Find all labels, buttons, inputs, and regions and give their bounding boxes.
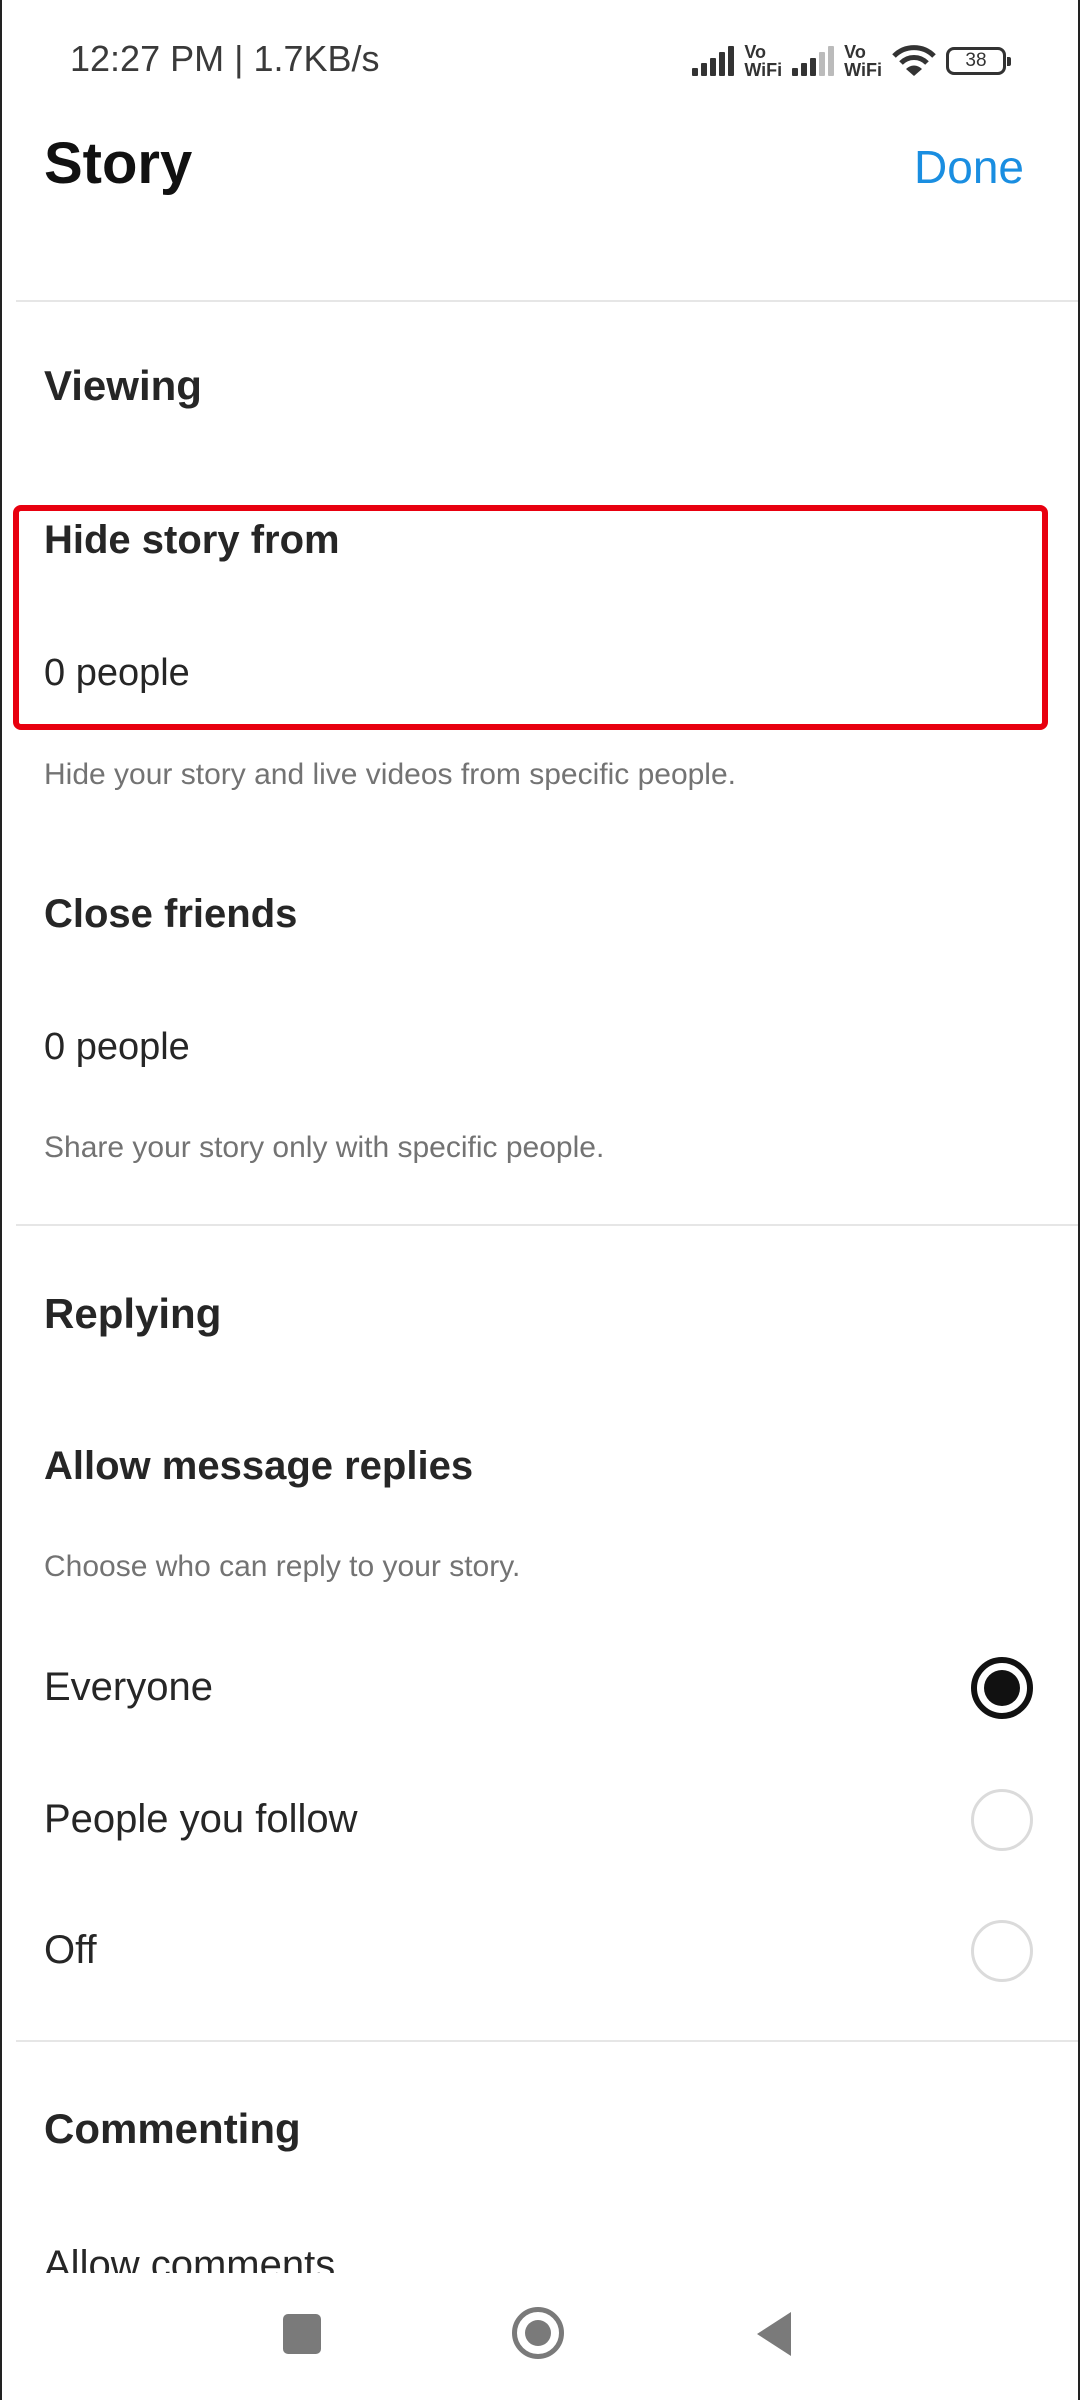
recents-icon[interactable] — [283, 2314, 321, 2354]
vowifi-top: Vo — [844, 42, 866, 62]
section-title-commenting: Commenting — [44, 2105, 301, 2152]
close-friends-label: Close friends — [44, 892, 298, 936]
vowifi-top: Vo — [744, 42, 767, 62]
reply-option-label: Everyone — [44, 1665, 213, 1709]
allow-comments-row[interactable]: Allow comments — [0, 2160, 1080, 2273]
radio-everyone-selected[interactable] — [971, 1657, 1033, 1719]
radio-people-you-follow[interactable] — [971, 1789, 1033, 1851]
divider — [16, 300, 1080, 302]
done-button[interactable]: Done — [914, 140, 1024, 194]
vowifi-bottom: WiFi — [844, 60, 882, 80]
status-icons: Vo WiFi Vo WiFi 38 — [692, 36, 1011, 86]
reply-option-off[interactable] — [0, 1891, 1080, 2011]
divider — [16, 2040, 1080, 2042]
hide-story-description: Hide your story and live videos from spe… — [44, 758, 736, 791]
wifi-icon — [892, 45, 936, 76]
highlight-annotation-box — [13, 505, 1048, 730]
allow-message-replies-label: Allow message replies — [44, 1444, 474, 1488]
home-icon[interactable] — [512, 2307, 564, 2359]
section-title-viewing: Viewing — [44, 362, 202, 409]
close-friends-description: Share your story only with specific peop… — [44, 1131, 605, 1164]
back-icon[interactable] — [757, 2312, 791, 2356]
allow-message-replies-description: Choose who can reply to your story. — [44, 1550, 521, 1583]
radio-off[interactable] — [971, 1920, 1033, 1982]
battery-icon: 38 — [946, 47, 1011, 75]
signal-icon-sim1 — [692, 46, 735, 76]
close-friends-value: 0 people — [44, 1026, 190, 1068]
vowifi-icon-sim1: Vo WiFi — [744, 43, 782, 79]
system-nav-bar — [0, 2290, 1080, 2400]
reply-option-label: People you follow — [44, 1797, 358, 1841]
battery-level: 38 — [965, 50, 987, 71]
signal-icon-sim2 — [792, 46, 835, 76]
vowifi-icon-sim2: Vo WiFi — [844, 43, 882, 79]
allow-comments-label: Allow comments — [44, 2243, 336, 2273]
section-title-replying: Replying — [44, 1290, 222, 1337]
page-title: Story — [44, 131, 193, 196]
reply-option-label: Off — [44, 1928, 97, 1972]
status-time: 12:27 PM | 1.7KB/s — [70, 38, 380, 79]
divider — [16, 1224, 1080, 1226]
vowifi-bottom: WiFi — [744, 60, 783, 80]
